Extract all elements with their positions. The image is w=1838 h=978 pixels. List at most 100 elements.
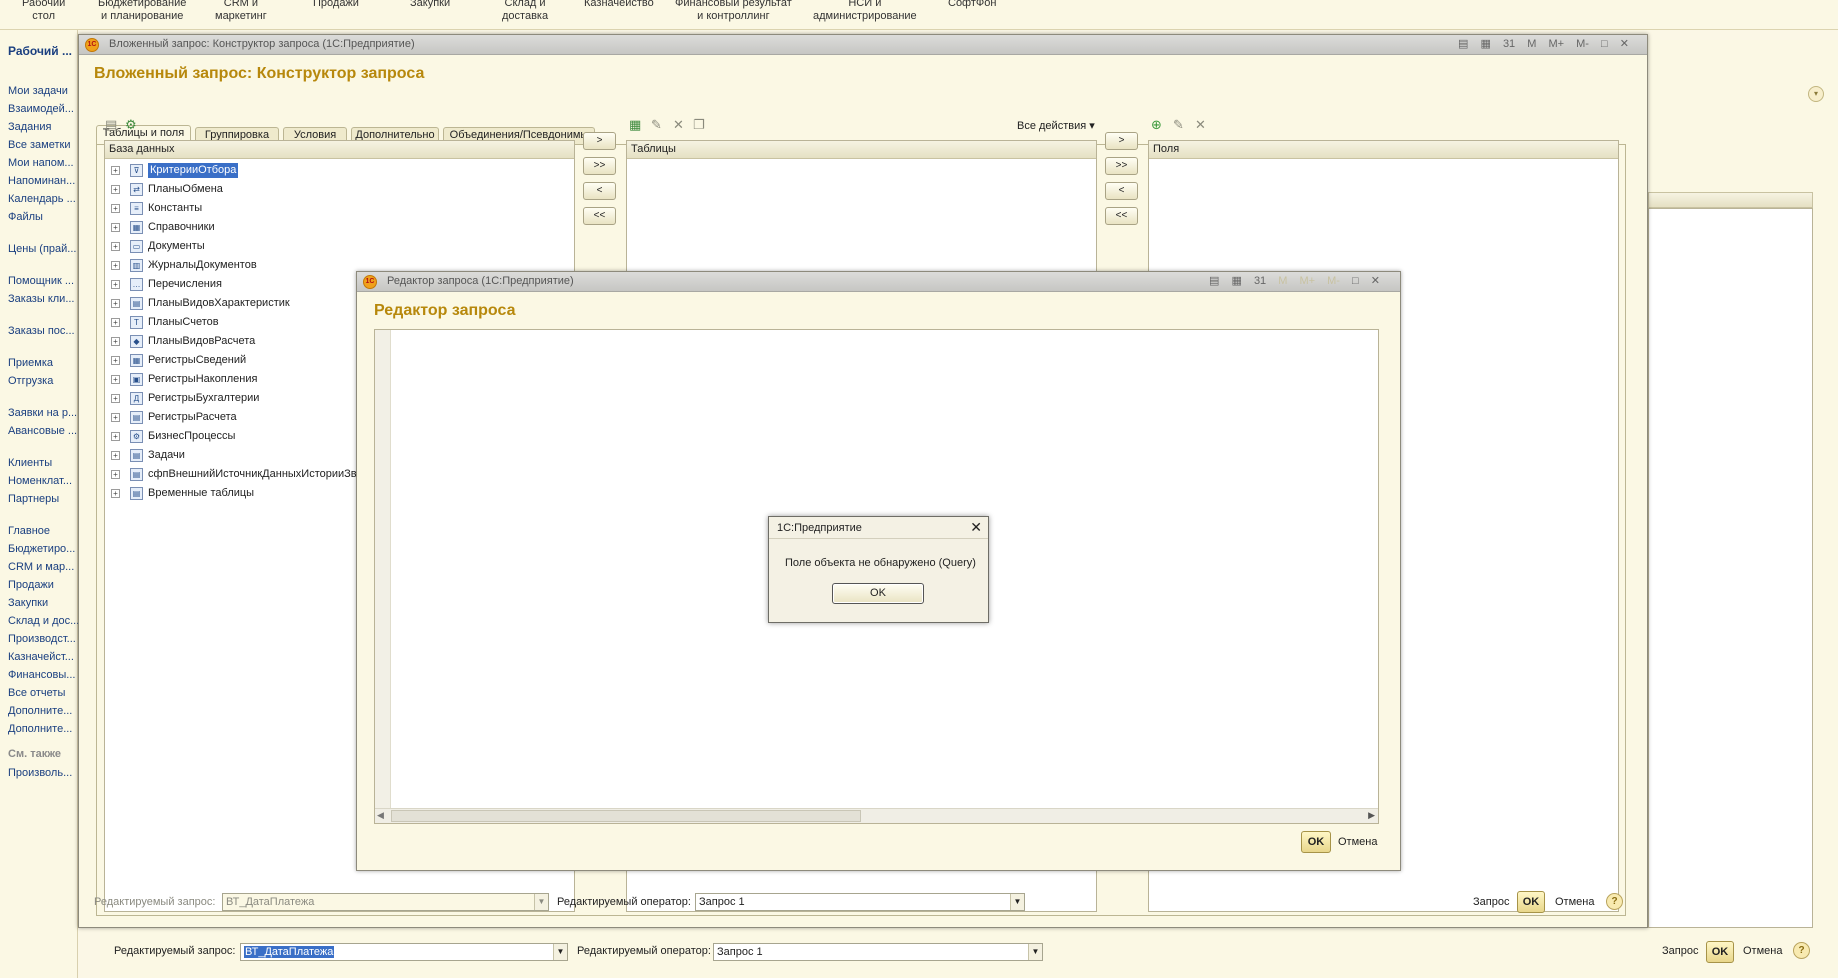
- nav-item[interactable]: Производст...: [8, 633, 78, 645]
- scroll-right-icon[interactable]: ▶: [1368, 810, 1375, 821]
- nav-item[interactable]: Заказы пос...: [8, 325, 78, 337]
- move-right-button[interactable]: >: [583, 132, 616, 150]
- add-table-icon[interactable]: ▦: [629, 117, 641, 133]
- expand-icon[interactable]: +: [111, 242, 120, 251]
- bg-cancel-button[interactable]: Отмена: [1743, 945, 1782, 957]
- section-purchases[interactable]: Закупки: [410, 0, 450, 10]
- scroll-left-icon[interactable]: ◀: [377, 810, 384, 821]
- copy-icon[interactable]: ❐: [693, 117, 705, 133]
- editor-cancel-button[interactable]: Отмена: [1338, 836, 1377, 848]
- dropdown-arrow-icon[interactable]: ▼: [553, 944, 567, 960]
- dropdown-arrow-icon[interactable]: ▼: [534, 894, 548, 910]
- calendar-icon[interactable]: 31: [1254, 275, 1266, 287]
- nav-item[interactable]: Заказы кли...: [8, 293, 78, 305]
- edited-query-field[interactable]: ВТ_ДатаПлатежа ▼: [222, 893, 549, 911]
- nav-item[interactable]: Помощник ...: [8, 275, 78, 287]
- section-desktop[interactable]: Рабочий стол: [22, 0, 65, 23]
- tree-node[interactable]: + ▭ Документы: [105, 237, 574, 256]
- expand-icon[interactable]: +: [111, 375, 120, 384]
- nav-item[interactable]: Казначейст...: [8, 651, 78, 663]
- expand-icon[interactable]: +: [111, 451, 120, 460]
- section-budgeting[interactable]: Бюджетирование и планирование: [98, 0, 186, 23]
- fields-move-right-button[interactable]: >: [1105, 132, 1138, 150]
- close-icon[interactable]: ✕: [1620, 37, 1629, 50]
- tree-node[interactable]: + ⇄ ПланыОбмена: [105, 180, 574, 199]
- dropdown-arrow-icon[interactable]: ▼: [1010, 894, 1024, 910]
- tree-node[interactable]: + ▦ Справочники: [105, 218, 574, 237]
- maximize-icon[interactable]: □: [1352, 275, 1359, 287]
- nav-item[interactable]: CRM и мар...: [8, 561, 78, 573]
- memory-m-minus-button[interactable]: M-: [1327, 275, 1340, 287]
- expand-icon[interactable]: +: [111, 299, 120, 308]
- section-crm[interactable]: CRM и маркетинг: [215, 0, 267, 23]
- expand-icon[interactable]: +: [111, 394, 120, 403]
- nav-item[interactable]: Партнеры: [8, 493, 78, 505]
- doc-icon[interactable]: ▤: [1458, 37, 1468, 50]
- nav-item[interactable]: Напоминан...: [8, 175, 78, 187]
- help-icon[interactable]: ?: [1793, 942, 1810, 959]
- fields-move-all-left-button[interactable]: <<: [1105, 207, 1138, 225]
- scrollbar-thumb[interactable]: [391, 810, 861, 822]
- nav-item[interactable]: Авансовые ...: [8, 425, 78, 437]
- add-field-icon[interactable]: ⊕: [1151, 117, 1162, 133]
- nav-item[interactable]: Файлы: [8, 211, 78, 223]
- memory-m-button[interactable]: M: [1527, 38, 1536, 50]
- memory-m-plus-button[interactable]: M+: [1299, 275, 1315, 287]
- chevron-down-icon[interactable]: ▾: [1808, 86, 1824, 102]
- maximize-icon[interactable]: □: [1601, 38, 1608, 50]
- expand-icon[interactable]: +: [111, 223, 120, 232]
- expand-icon[interactable]: +: [111, 356, 120, 365]
- move-all-left-button[interactable]: <<: [583, 207, 616, 225]
- expand-icon[interactable]: +: [111, 432, 120, 441]
- editor-ok-button[interactable]: OK: [1301, 831, 1331, 853]
- tree-node[interactable]: + ≡ Константы: [105, 199, 574, 218]
- expand-icon[interactable]: +: [111, 204, 120, 213]
- section-treasury[interactable]: Казначейство: [584, 0, 654, 10]
- section-sales[interactable]: Продажи: [313, 0, 359, 10]
- nav-header[interactable]: Рабочий ...: [8, 44, 72, 58]
- fields-move-left-button[interactable]: <: [1105, 182, 1138, 200]
- nav-item[interactable]: Дополните...: [8, 723, 78, 735]
- nav-item[interactable]: Склад и дос...: [8, 615, 78, 627]
- horizontal-scrollbar[interactable]: ◀ ▶: [375, 808, 1378, 823]
- msgbox-ok-button[interactable]: OK: [832, 583, 924, 604]
- section-softfon[interactable]: СофтФон: [948, 0, 996, 10]
- nav-item-arbitrary[interactable]: Произволь...: [8, 767, 78, 779]
- nav-item[interactable]: Заявки на р...: [8, 407, 78, 419]
- collapse-all-icon[interactable]: ▤: [105, 117, 117, 133]
- bg-ok-button[interactable]: OK: [1706, 941, 1734, 963]
- edit-pencil-icon[interactable]: ✎: [651, 117, 662, 133]
- move-left-button[interactable]: <: [583, 182, 616, 200]
- query-button[interactable]: Запрос: [1473, 896, 1509, 908]
- nav-item[interactable]: Закупки: [8, 597, 78, 609]
- nav-item[interactable]: Финансовы...: [8, 669, 78, 681]
- nav-item[interactable]: Мои напом...: [8, 157, 78, 169]
- constructor-help-icon[interactable]: ?: [1606, 893, 1623, 910]
- nav-item[interactable]: Главное: [8, 525, 78, 537]
- memory-m-button[interactable]: M: [1278, 275, 1287, 287]
- nav-item[interactable]: Отгрузка: [8, 375, 78, 387]
- expand-icon[interactable]: +: [111, 337, 120, 346]
- close-icon[interactable]: ✕: [970, 519, 982, 536]
- nav-item[interactable]: Календарь ...: [8, 193, 78, 205]
- bg-edited-query-field[interactable]: ВТ_ДатаПлатежа ▼: [240, 943, 568, 961]
- memory-m-plus-button[interactable]: M+: [1548, 38, 1564, 50]
- all-actions-menu[interactable]: Все действия ▾: [1017, 119, 1095, 132]
- nav-item[interactable]: Бюджетиро...: [8, 543, 78, 555]
- expand-icon[interactable]: +: [111, 413, 120, 422]
- section-warehouse[interactable]: Склад и доставка: [502, 0, 548, 23]
- expand-icon[interactable]: +: [111, 318, 120, 327]
- fields-move-all-right-button[interactable]: >>: [1105, 157, 1138, 175]
- nav-item[interactable]: Взаимодей...: [8, 103, 78, 115]
- expand-icon[interactable]: +: [111, 489, 120, 498]
- nav-item[interactable]: Мои задачи: [8, 85, 78, 97]
- tree-node[interactable]: + ⊽ КритерииОтбора: [105, 161, 574, 180]
- nav-item[interactable]: Все отчеты: [8, 687, 78, 699]
- edited-operator-field[interactable]: Запрос 1 ▼: [695, 893, 1025, 911]
- bg-edited-operator-field[interactable]: Запрос 1 ▼: [713, 943, 1043, 961]
- doc-icon[interactable]: ▤: [1209, 274, 1219, 287]
- dropdown-arrow-icon[interactable]: ▼: [1028, 944, 1042, 960]
- nav-item[interactable]: Дополните...: [8, 705, 78, 717]
- nav-item[interactable]: Номенклат...: [8, 475, 78, 487]
- query-settings-icon[interactable]: ⚙: [125, 117, 137, 133]
